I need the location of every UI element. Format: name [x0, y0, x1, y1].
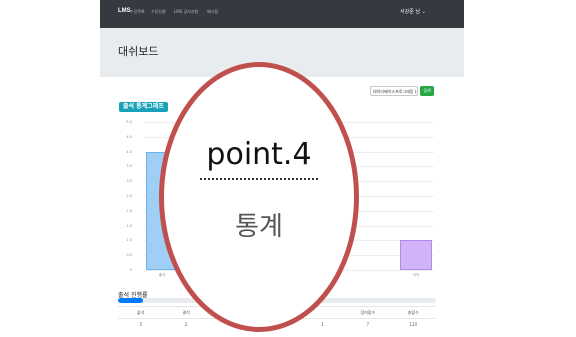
overlay-divider: [200, 178, 318, 180]
y-tick-label: 3.5: [126, 164, 132, 169]
stats-value: 120: [409, 322, 418, 327]
x-tick-label: 지각: [412, 273, 420, 277]
x-tick-label: 출석: [158, 273, 166, 277]
page-title: 대쉬보드: [118, 45, 159, 58]
y-tick-label: 0.5: [126, 253, 132, 258]
user-menu[interactable]: 서강준 님 ⌄: [400, 8, 426, 15]
stats-header: 총할수: [407, 309, 419, 315]
y-tick-label: 1.5: [126, 223, 132, 228]
y-tick-label: 4.0: [126, 149, 132, 154]
overlay-subtitle: 통계: [235, 212, 283, 242]
stats-value: 5: [139, 322, 142, 327]
nav-link-notice[interactable]: LMS 공지사항: [174, 9, 198, 15]
stats-header: 참여할수: [360, 309, 376, 315]
course-select[interactable]: 데이터베이스프로그래밍 (신청): [370, 86, 418, 96]
stats-value: 2: [184, 322, 188, 327]
search-button[interactable]: 검색: [420, 86, 434, 96]
y-tick-label: 5.0: [126, 120, 132, 124]
y-tick-label: 4.5: [126, 134, 132, 139]
y-tick-label: 1.0: [126, 238, 132, 243]
point-overlay-circle: point.4 통계: [159, 62, 359, 332]
y-tick-label: 0: [129, 268, 132, 272]
y-tick-label: 2.5: [126, 194, 132, 198]
brand-logo[interactable]: LMS: [118, 8, 131, 14]
top-navbar: LMS 수강목록 수강신청 LMS 공지사항 메시함 서강준 님 ⌄: [100, 0, 464, 28]
stats-value: 7: [366, 322, 370, 327]
y-tick-label: 2.0: [126, 208, 132, 213]
overlay-title: point.4: [206, 137, 312, 172]
chart-bar: [399, 240, 433, 270]
progress-fill: [118, 298, 144, 303]
y-tick-label: 3.0: [126, 179, 132, 184]
nav-link-messages[interactable]: 메시함: [207, 9, 218, 15]
stats-header: 결석: [182, 309, 190, 315]
nav-link-courses[interactable]: 수강목록: [130, 9, 145, 15]
stats-value: 1: [321, 322, 324, 327]
stats-header: 출석: [137, 309, 145, 315]
nav-link-enroll[interactable]: 수강신청: [151, 9, 166, 15]
chart-title-badge: 출석 통계그래프: [119, 102, 168, 112]
